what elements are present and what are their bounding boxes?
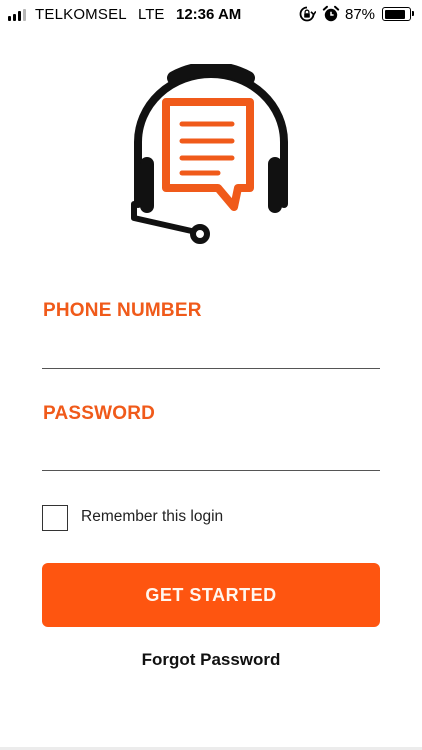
status-bar: TELKOMSEL LTE 12:36 AM 87% xyxy=(0,0,422,30)
forgot-password-link[interactable]: Forgot Password xyxy=(0,650,422,670)
battery-percent: 87% xyxy=(345,6,376,23)
rotation-lock-icon xyxy=(299,6,316,22)
network-type: LTE xyxy=(138,6,165,23)
alarm-icon xyxy=(322,5,340,22)
headset-chat-icon xyxy=(131,64,288,244)
phone-number-input[interactable] xyxy=(42,339,380,369)
remember-login-label[interactable]: Remember this login xyxy=(81,508,223,526)
carrier-name: TELKOMSEL xyxy=(35,6,127,23)
get-started-button[interactable]: GET STARTED xyxy=(42,563,380,627)
signal-icon xyxy=(8,9,26,21)
status-time: 12:36 AM xyxy=(176,6,242,23)
phone-number-label: PHONE NUMBER xyxy=(43,300,202,321)
password-label: PASSWORD xyxy=(43,403,156,424)
remember-login-checkbox[interactable] xyxy=(42,505,68,531)
battery-icon xyxy=(382,7,414,21)
password-input[interactable] xyxy=(42,441,380,471)
